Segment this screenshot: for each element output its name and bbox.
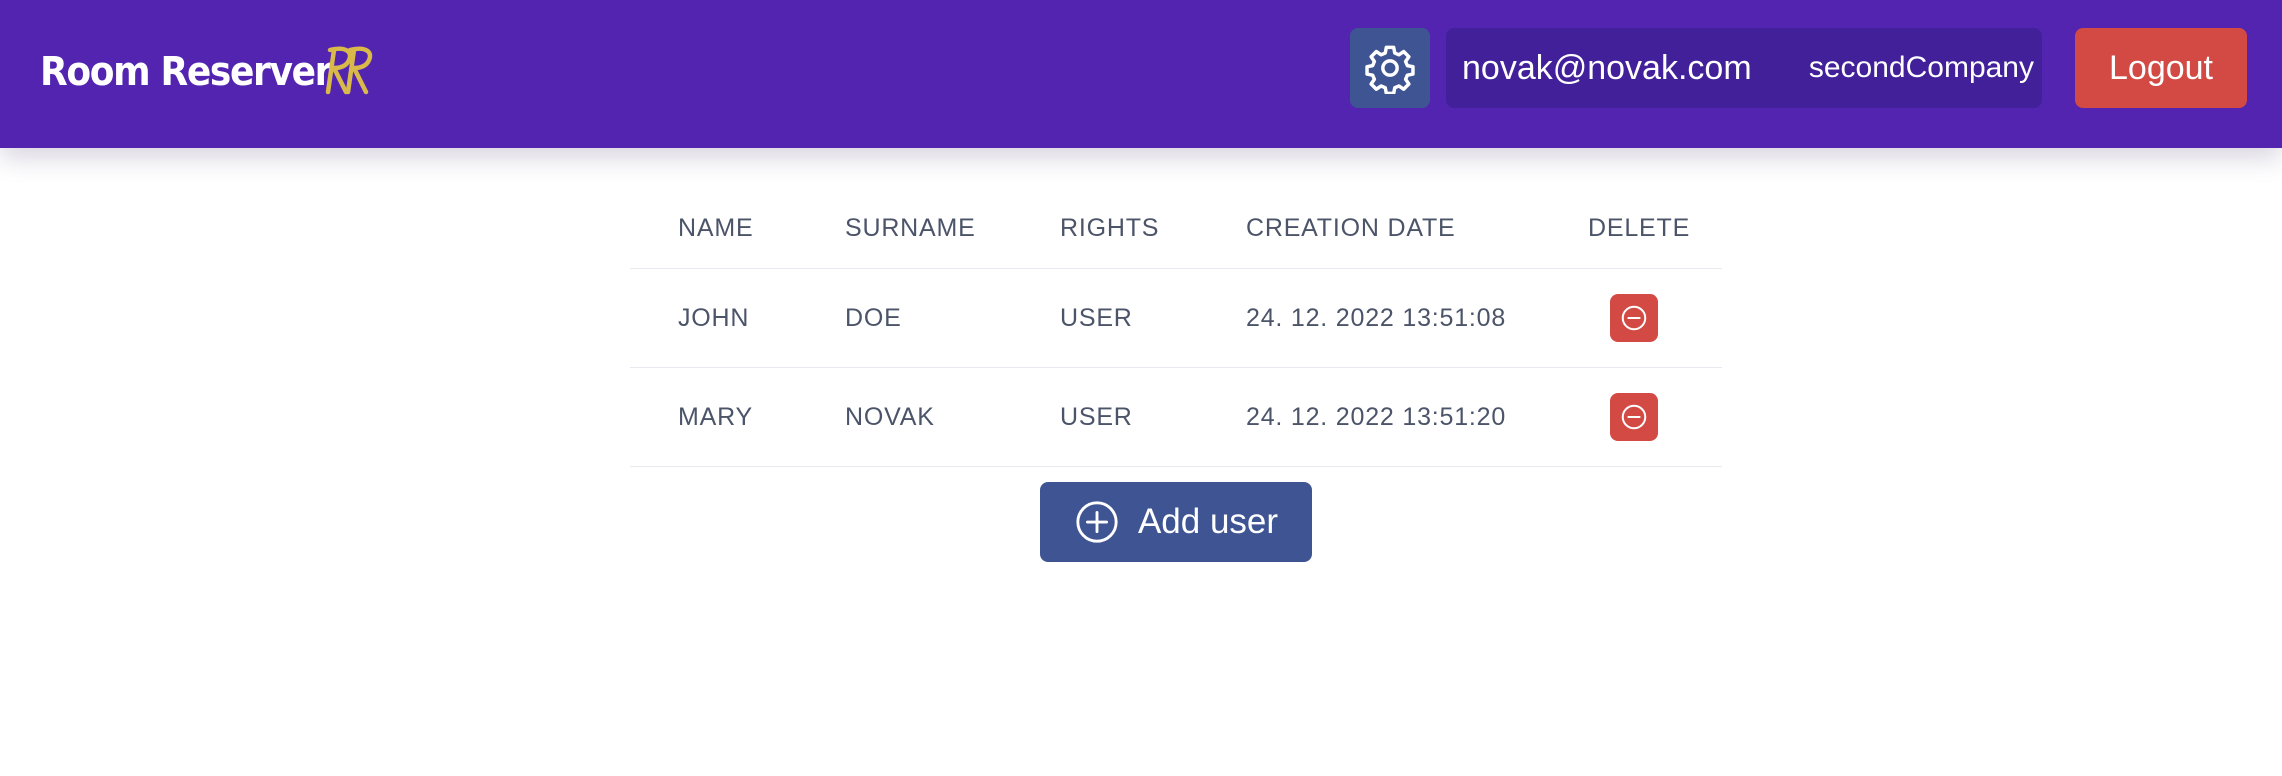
cell-rights: USER	[1060, 402, 1133, 431]
user-email: novak@novak.com	[1462, 48, 1752, 87]
brand-logo-icon	[325, 46, 373, 95]
table-row: JOHN DOE USER 24. 12. 2022 13:51:08	[630, 269, 1722, 368]
cell-creation-date: 24. 12. 2022 13:51:20	[1246, 402, 1507, 431]
brand-name: Room Reserver	[40, 49, 332, 95]
gear-icon	[1365, 45, 1415, 94]
cell-name: MARY	[678, 402, 753, 431]
cell-surname: DOE	[845, 303, 902, 332]
brand[interactable]: Room Reserver	[40, 42, 373, 102]
delete-cell	[1610, 368, 1658, 466]
column-header-name: NAME	[678, 214, 754, 242]
delete-cell	[1610, 269, 1658, 367]
settings-button[interactable]	[1350, 28, 1430, 108]
logout-button[interactable]: Logout	[2075, 28, 2247, 108]
cell-rights: USER	[1060, 303, 1133, 332]
column-header-creation-date: CREATION DATE	[1246, 214, 1456, 242]
table-header-row: NAME SURNAME RIGHTS CREATION DATE DELETE	[630, 198, 1722, 269]
users-table: NAME SURNAME RIGHTS CREATION DATE DELETE…	[630, 198, 1722, 467]
cell-creation-date: 24. 12. 2022 13:51:08	[1246, 303, 1507, 332]
delete-user-button[interactable]	[1610, 393, 1658, 441]
table-row: MARY NOVAK USER 24. 12. 2022 13:51:20	[630, 368, 1722, 467]
column-header-rights: RIGHTS	[1060, 214, 1160, 242]
cell-surname: NOVAK	[845, 402, 935, 431]
column-header-surname: SURNAME	[845, 214, 976, 242]
add-user-button[interactable]: Add user	[1040, 482, 1312, 562]
column-header-delete: DELETE	[1588, 214, 1691, 242]
delete-user-button[interactable]	[1610, 294, 1658, 342]
add-user-label: Add user	[1137, 502, 1279, 541]
cell-name: JOHN	[678, 303, 750, 332]
top-navbar: Room Reserver novak@novak.com secondComp…	[0, 0, 2282, 148]
minus-circle-icon	[1621, 305, 1647, 331]
plus-circle-icon	[1076, 501, 1118, 543]
user-info[interactable]: novak@novak.com secondCompany	[1446, 28, 2042, 108]
minus-circle-icon	[1621, 404, 1647, 430]
company-name: secondCompany	[1808, 51, 2034, 84]
